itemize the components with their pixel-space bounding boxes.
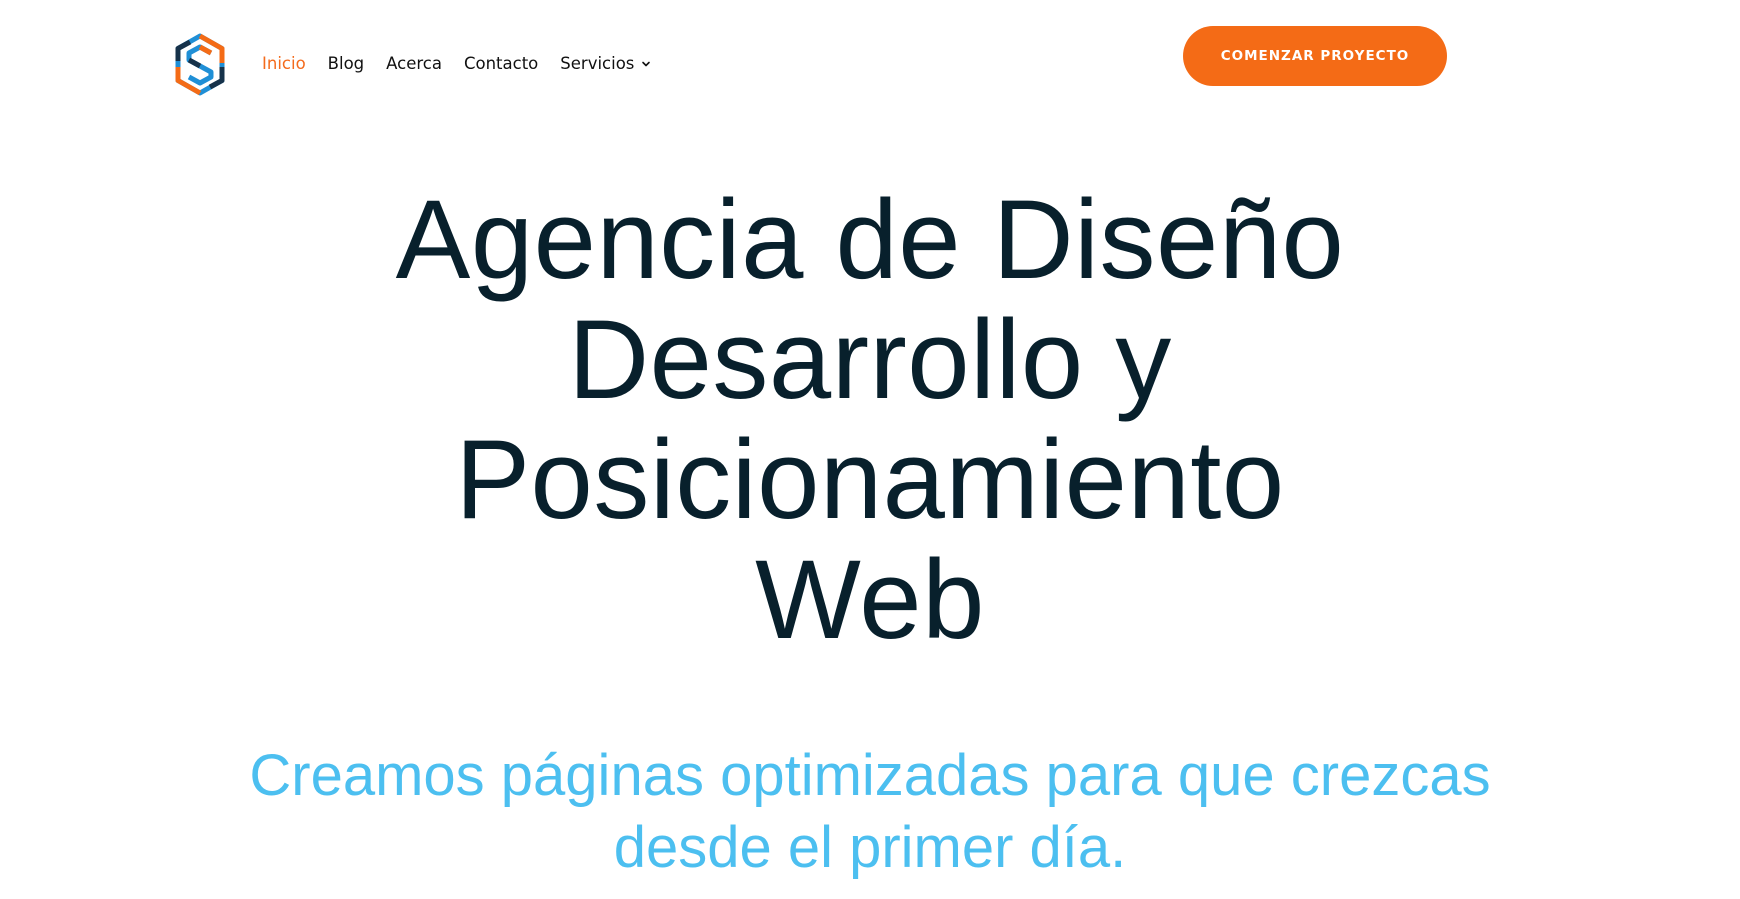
- nav-item-label: Inicio: [262, 54, 306, 73]
- hero-subtitle-line: Creamos páginas optimizadas para que cre…: [249, 743, 1491, 808]
- hero-title: Agencia de Diseño Desarrollo y Posiciona…: [320, 180, 1420, 660]
- hero-title-line: Desarrollo y: [568, 297, 1172, 422]
- chevron-down-icon: [642, 61, 651, 67]
- hexagon-s-logo-icon[interactable]: [174, 33, 226, 96]
- nav-item-label: Acerca: [386, 54, 442, 73]
- start-project-button[interactable]: COMENZAR PROYECTO: [1183, 26, 1447, 86]
- nav-item-label: Contacto: [463, 54, 539, 73]
- hero: Agencia de Diseño Desarrollo y Posiciona…: [0, 180, 1740, 660]
- main-nav: Inicio Blog Acerca Contacto Servicios: [262, 51, 652, 77]
- hero-subtitle: Creamos páginas optimizadas para que cre…: [0, 740, 1740, 884]
- hero-subtitle-line: desde el primer día.: [613, 815, 1127, 880]
- nav-item-label: Servicios: [560, 54, 635, 73]
- nav-item-contacto[interactable]: Contacto: [464, 51, 538, 77]
- nav-item-label: Blog: [327, 54, 365, 73]
- nav-item-inicio[interactable]: Inicio: [262, 51, 306, 77]
- hero-title-line: Web: [755, 537, 985, 662]
- nav-item-blog[interactable]: Blog: [328, 51, 364, 77]
- nav-item-acerca[interactable]: Acerca: [386, 51, 442, 77]
- hero-title-line: Posicionamiento: [455, 417, 1285, 542]
- site-header: Inicio Blog Acerca Contacto Servicios CO…: [0, 0, 1740, 120]
- hero-title-line: Agencia de Diseño: [395, 177, 1345, 302]
- nav-item-servicios[interactable]: Servicios: [560, 51, 652, 77]
